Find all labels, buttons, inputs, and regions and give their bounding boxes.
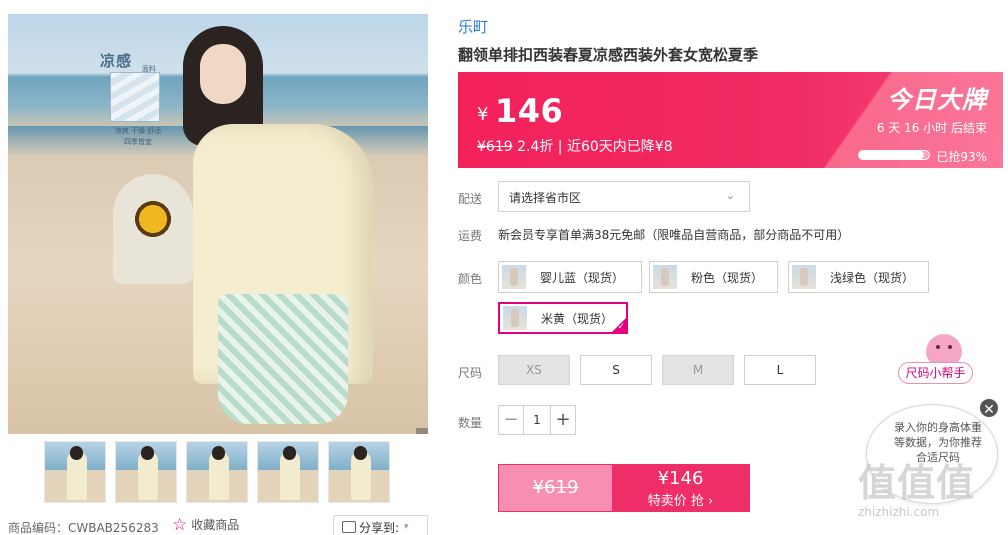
thumbnail-2[interactable] <box>115 441 177 503</box>
item-code: 商品编码：CWBAB256283 <box>8 521 159 535</box>
cool-caption-line2: 四季皆宜 <box>124 138 152 146</box>
buy-special-price: ¥146 <box>657 468 704 489</box>
size-option-m: M <box>662 355 734 385</box>
watermark-logo: 值值值 <box>858 461 976 505</box>
thumbnail-1[interactable] <box>44 441 106 503</box>
discount-info: 2.4折 | 近60天内已降¥8 <box>512 139 673 155</box>
fabric-swatch-image <box>110 72 160 122</box>
size-option-l[interactable]: L <box>744 355 816 385</box>
thumbnail-4[interactable] <box>257 441 319 503</box>
zoom-icon[interactable]: ⌕ <box>416 428 428 434</box>
buy-button[interactable]: ¥619 ¥146 特卖价 抢 › <box>498 464 750 512</box>
grabbed-progress-bar <box>858 150 930 160</box>
buy-special-label: 特卖价 抢 › <box>647 494 714 509</box>
countdown-timer: 6 天 16 小时 后结束 <box>876 121 987 135</box>
grabbed-progress-fill <box>859 151 925 159</box>
size-option-s[interactable]: S <box>580 355 652 385</box>
quantity-decrease-button[interactable]: − <box>499 406 523 434</box>
photo-model-face <box>200 44 246 104</box>
thumbnail-5[interactable] <box>328 441 390 503</box>
thumbnail-strip <box>44 441 390 503</box>
original-price: ¥619 <box>477 139 513 155</box>
quantity-input[interactable]: 1 <box>523 406 551 434</box>
cool-badge-title: 凉感 <box>100 52 133 70</box>
size-option-xs: XS <box>498 355 570 385</box>
color-swatch-image <box>503 306 527 330</box>
size-label: 尺码 <box>458 366 483 380</box>
color-option-label: 婴儿蓝（现货） <box>540 270 625 285</box>
chevron-down-icon: ⌄ <box>725 189 735 202</box>
cool-caption-line1: 凉爽 干燥 舒适 <box>114 127 162 135</box>
thumbnail-3[interactable] <box>186 441 248 503</box>
watermark-url: zhizhizhi.com <box>858 505 940 519</box>
product-page: 凉感 面料 凉爽 干燥 舒适 四季皆宜 ⌕ 商品编码：CWBAB256283 ☆… <box>0 0 1008 535</box>
share-label: 分享到: <box>359 520 400 535</box>
star-icon: ☆ <box>172 514 188 535</box>
main-product-photo[interactable]: 凉感 面料 凉爽 干燥 舒适 四季皆宜 ⌕ <box>8 14 428 434</box>
color-swatch-image <box>653 265 677 289</box>
product-title: 翻领单排扣西装春夏凉感西装外套女宽松夏季 <box>458 46 759 64</box>
color-option-light-green[interactable]: 浅绿色（现货） <box>788 261 929 293</box>
size-helper-button[interactable]: 尺码小帮手 <box>898 362 973 384</box>
color-option-baby-blue[interactable]: 婴儿蓝（现货） <box>498 261 642 293</box>
delivery-label: 配送 <box>458 192 483 206</box>
photo-sunflower-bouquet <box>113 174 193 284</box>
share-icon <box>342 521 356 533</box>
caret-down-icon: ▾ <box>404 522 409 532</box>
favorite-button[interactable]: ☆ 收藏商品 <box>172 516 239 533</box>
color-label: 颜色 <box>458 272 483 286</box>
color-option-label: 米黄（现货） <box>541 311 614 326</box>
share-button[interactable]: 分享到: ▾ <box>333 515 428 535</box>
cool-fabric-badge: 凉感 面料 凉爽 干燥 舒适 四季皆宜 <box>100 50 168 162</box>
shipping-label: 运费 <box>458 229 483 243</box>
grabbed-label: 已抢93% <box>936 150 987 164</box>
price-subline: ¥619 2.4折 | 近60天内已降¥8 <box>477 136 673 156</box>
region-select[interactable]: 请选择省市区 ⌄ <box>498 181 750 212</box>
quantity-stepper: − 1 + <box>498 405 576 435</box>
price-currency: ¥ <box>477 104 489 125</box>
brand-link[interactable]: 乐町 <box>458 16 488 37</box>
color-option-label: 粉色（现货） <box>691 270 764 285</box>
photo-model-dress <box>218 294 348 424</box>
buy-original-price: ¥619 <box>499 465 612 511</box>
buy-special-section: ¥146 特卖价 抢 › <box>612 465 749 511</box>
region-select-value: 请选择省市区 <box>509 191 582 205</box>
check-icon: ✓ <box>617 322 625 332</box>
current-price: 146 <box>495 92 564 130</box>
color-option-pink[interactable]: 粉色（现货） <box>649 261 778 293</box>
color-option-label: 浅绿色（现货） <box>830 270 915 285</box>
color-swatch-image <box>502 265 526 289</box>
color-option-beige[interactable]: 米黄（现货） ✓ <box>498 302 628 334</box>
favorite-label: 收藏商品 <box>191 518 240 532</box>
color-swatch-image <box>792 265 816 289</box>
price-banner: ¥ 146 ¥619 2.4折 | 近60天内已降¥8 今日大牌 6 天 16 … <box>458 72 1003 168</box>
close-icon[interactable]: ✕ <box>978 397 1000 419</box>
quantity-increase-button[interactable]: + <box>551 406 575 434</box>
deal-title: 今日大牌 <box>887 86 987 114</box>
shipping-info: 新会员专享首单满38元免邮（限唯品自营商品，部分商品不可用） <box>498 228 850 242</box>
quantity-label: 数量 <box>458 416 483 430</box>
cool-badge-caption: 凉爽 干燥 舒适 四季皆宜 <box>102 126 174 148</box>
